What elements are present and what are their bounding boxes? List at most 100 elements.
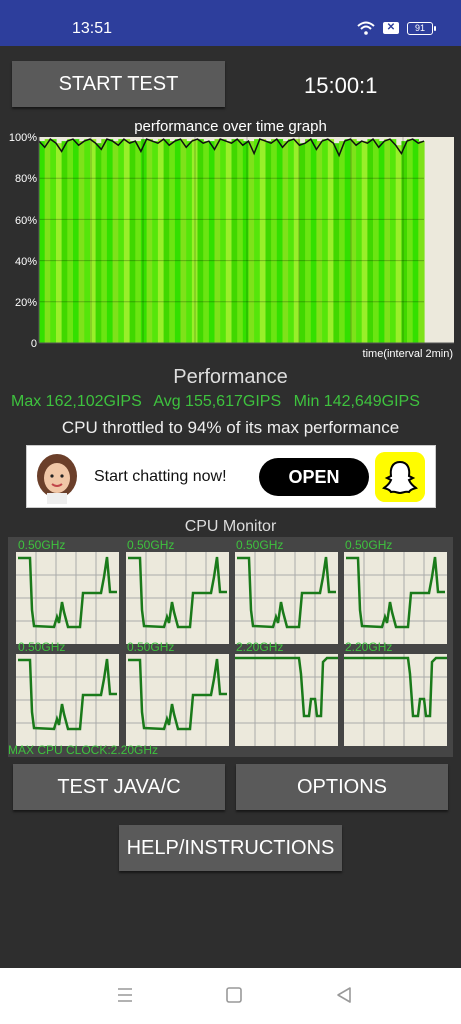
perf-area-segment xyxy=(361,141,368,343)
perf-area-segment xyxy=(231,139,238,343)
cpu-freq-label: 0.50GHz xyxy=(236,538,284,552)
cpu-core-graph xyxy=(344,552,447,644)
menu-icon[interactable] xyxy=(116,986,134,1004)
perf-area-segment xyxy=(356,141,363,343)
battery-icon: 91 xyxy=(407,21,436,35)
perf-area-segment xyxy=(373,139,380,343)
perf-area-segment xyxy=(118,139,125,343)
cpu-freq-label: 0.50GHz xyxy=(345,538,393,552)
perf-area-segment xyxy=(208,141,216,343)
sim-off-icon: ✕ xyxy=(383,22,399,34)
perf-area-segment xyxy=(344,139,351,343)
perf-area-segment xyxy=(140,139,148,343)
perf-area-segment xyxy=(367,139,374,343)
perf-area-segment xyxy=(152,141,159,343)
ad-open-button[interactable]: OPEN xyxy=(259,458,369,496)
perf-area-segment xyxy=(39,141,46,343)
perf-area-segment xyxy=(203,141,210,343)
timer-display: 15:00:1 xyxy=(304,73,378,98)
perf-area-segment xyxy=(282,141,289,343)
y-tick-0: 0 xyxy=(31,338,37,350)
perf-area-segment xyxy=(112,141,119,343)
perf-area-segment xyxy=(157,139,165,343)
perf-area-segment xyxy=(67,139,74,343)
start-test-button[interactable]: START TEST xyxy=(12,61,225,107)
perf-area-segment xyxy=(225,141,233,343)
options-button[interactable]: OPTIONS xyxy=(236,764,448,810)
perf-area-segment xyxy=(248,141,255,343)
cpu-freq-label: 2.20GHz xyxy=(345,640,393,654)
performance-stats: Max 162,102GIPS Avg 155,617GIPS Min 142,… xyxy=(11,393,428,411)
perf-area-segment xyxy=(214,139,221,343)
perf-area-segment xyxy=(61,141,68,343)
cpu-core-graph xyxy=(126,552,229,644)
perf-area-segment xyxy=(412,139,419,343)
perf-area-segment xyxy=(299,143,306,343)
perf-area-segment xyxy=(339,141,346,343)
perf-area-segment xyxy=(56,143,63,343)
bitmoji-avatar-icon xyxy=(31,450,83,504)
y-tick-40: 40% xyxy=(15,256,37,268)
perf-area-segment xyxy=(378,141,385,343)
cpu-core-graph xyxy=(16,552,119,644)
perf-area-segment xyxy=(197,139,204,343)
perf-area-segment xyxy=(288,139,295,343)
perf-area-segment xyxy=(259,139,267,343)
y-tick-80: 80% xyxy=(15,173,37,185)
y-tick-20: 20% xyxy=(15,297,37,309)
cpu-core-graph xyxy=(235,654,338,746)
perf-area-segment xyxy=(95,143,102,343)
cpu-core-graph xyxy=(16,654,119,746)
perf-area-segment xyxy=(50,139,57,343)
perf-area-segment xyxy=(265,141,272,343)
cpu-monitor-panel: 0.50GHz 0.50GHz 0.50GHz 0.50GHz 0.50GHz … xyxy=(8,537,453,757)
perf-area-segment xyxy=(310,139,318,343)
perf-area-segment xyxy=(322,139,329,343)
perf-area-segment xyxy=(316,141,323,343)
perf-area-segment xyxy=(146,139,153,343)
perf-area-segment xyxy=(73,139,80,343)
cpu-core-graph xyxy=(235,552,338,644)
cpu-monitor-title: CPU Monitor xyxy=(184,518,277,535)
ad-text: Start chatting now! xyxy=(94,468,227,485)
cpu-core-graph xyxy=(126,654,229,746)
home-icon[interactable] xyxy=(225,986,243,1004)
perf-area-segment xyxy=(78,141,85,343)
perf-area-segment xyxy=(186,141,193,343)
cpu-freq-label: 0.50GHz xyxy=(18,538,66,552)
performance-graph: 100% 80% 60% 40% 20% 0 time(interval 2mi… xyxy=(9,132,454,360)
graph-title: performance over time graph xyxy=(134,118,327,135)
navigation-bar xyxy=(0,968,461,1024)
perf-area-segment xyxy=(174,139,182,343)
back-icon[interactable] xyxy=(335,986,353,1004)
perf-area-segment xyxy=(327,139,335,343)
perf-area-segment xyxy=(163,139,170,343)
perf-avg: Avg 155,617GIPS xyxy=(153,393,282,410)
perf-area-segment xyxy=(101,139,108,343)
test-java-c-button[interactable]: TEST JAVA/C xyxy=(13,764,225,810)
perf-area-segment xyxy=(305,139,312,343)
throttle-text: CPU throttled to 94% of its max performa… xyxy=(61,418,400,437)
help-instructions-button[interactable]: HELP/INSTRUCTIONS xyxy=(119,825,342,871)
status-time: 13:51 xyxy=(72,20,113,37)
cpu-freq-label: 0.50GHz xyxy=(18,640,66,654)
ad-banner[interactable]: Start chatting now! OPEN xyxy=(26,445,436,508)
perf-area-segment xyxy=(169,141,176,343)
perf-area-segment xyxy=(106,139,114,343)
perf-min: Min 142,649GIPS xyxy=(293,393,420,410)
perf-area-segment xyxy=(390,139,397,343)
y-tick-60: 60% xyxy=(15,215,37,227)
perf-area-segment xyxy=(84,139,91,343)
perf-area-segment xyxy=(254,139,261,343)
cpu-core-graph xyxy=(344,654,447,746)
perf-area-segment xyxy=(418,141,425,343)
x-axis-label: time(interval 2min) xyxy=(363,348,453,360)
perf-area-segment xyxy=(407,139,414,343)
perf-area-segment xyxy=(242,141,250,343)
cpu-freq-label: 0.50GHz xyxy=(127,538,175,552)
snapchat-logo-icon xyxy=(375,452,425,502)
perf-area-segment xyxy=(395,145,402,343)
perf-area-segment xyxy=(384,139,391,343)
perf-area-segment xyxy=(44,139,51,343)
perf-area-segment xyxy=(237,139,244,343)
